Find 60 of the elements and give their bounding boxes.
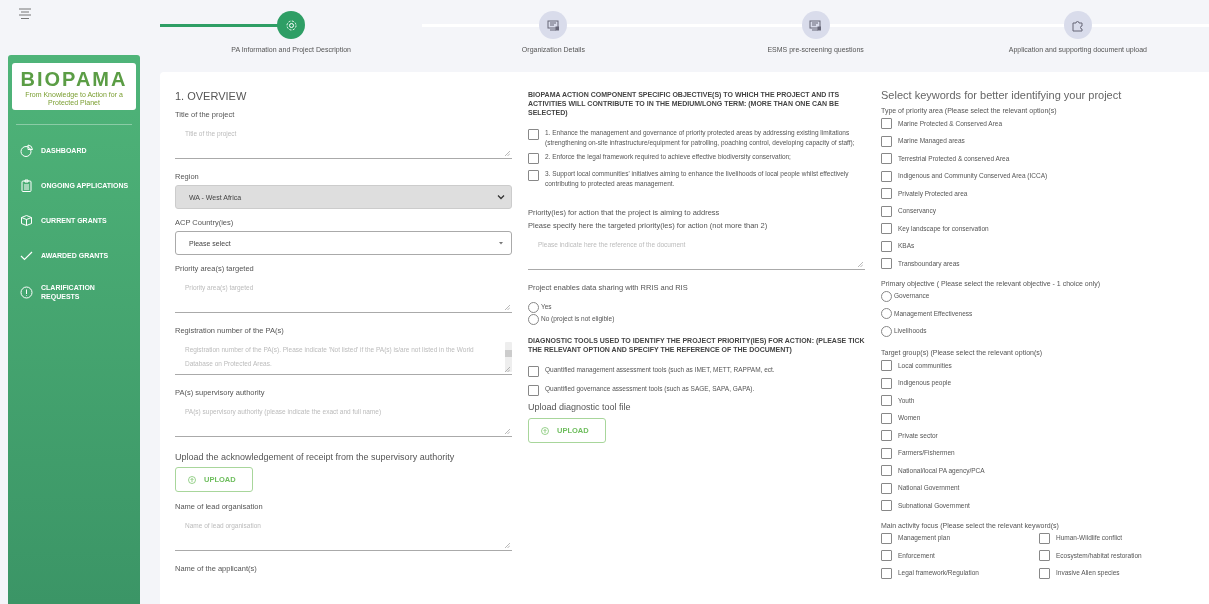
checkbox[interactable] [881, 223, 892, 234]
resize-handle-icon [505, 151, 510, 156]
resize-handle-icon [505, 429, 510, 434]
checkbox[interactable] [881, 567, 892, 579]
menu-icon [18, 8, 32, 20]
checkbox[interactable] [881, 240, 892, 252]
radio-button[interactable] [528, 301, 539, 313]
checkbox[interactable] [528, 129, 539, 141]
radio-button[interactable] [881, 308, 892, 319]
resize-handle-icon [858, 261, 863, 267]
checkbox[interactable] [881, 360, 892, 371]
checkbox[interactable] [1039, 567, 1050, 579]
resize-handle-icon [505, 305, 510, 310]
checkmark-icon [20, 249, 33, 263]
checkbox[interactable] [881, 412, 892, 424]
pie-chart-icon [20, 144, 33, 158]
checkbox[interactable] [881, 377, 892, 389]
caret-icon [497, 240, 505, 246]
gear-icon [284, 18, 298, 32]
info-icon [20, 286, 33, 300]
chevron-down-icon [497, 194, 505, 200]
resize-handle-icon [505, 543, 510, 548]
checkbox[interactable] [881, 153, 892, 164]
monitor-icon [809, 18, 823, 32]
box-icon [20, 214, 33, 228]
clipboard-icon [20, 179, 33, 193]
puzzle-icon [1071, 18, 1085, 32]
monitor-icon [546, 18, 560, 32]
resize-handle-icon [505, 367, 510, 372]
radio-button[interactable] [881, 290, 892, 302]
upload-label: Upload the acknowledgement of receipt from the supervisory authority [175, 452, 456, 462]
section-title: 1. OVERVIEW [175, 90, 248, 102]
checkbox[interactable] [881, 500, 892, 511]
checkbox[interactable] [881, 170, 892, 182]
checkbox[interactable] [528, 153, 539, 165]
upload-label: Upload diagnostic tool file [528, 402, 632, 413]
checkbox[interactable] [881, 188, 892, 199]
checkbox[interactable] [528, 366, 539, 378]
checkbox[interactable] [881, 550, 892, 561]
checkbox[interactable] [1039, 532, 1050, 544]
checkbox[interactable] [881, 447, 892, 459]
checkbox[interactable] [881, 395, 892, 406]
checkbox[interactable] [881, 258, 892, 269]
scrollbar[interactable] [505, 342, 512, 372]
checkbox[interactable] [528, 170, 539, 182]
checkbox[interactable] [881, 465, 892, 476]
checkbox[interactable] [1039, 550, 1050, 561]
checkbox[interactable] [881, 482, 892, 494]
section-title: Select keywords for better identifying your project [881, 89, 1123, 101]
checkbox[interactable] [881, 430, 892, 441]
checkbox[interactable] [881, 118, 892, 129]
radio-button[interactable] [881, 325, 892, 337]
checkbox[interactable] [881, 205, 892, 217]
radio-button[interactable] [528, 313, 539, 325]
checkbox[interactable] [881, 532, 892, 544]
checkbox[interactable] [881, 135, 892, 147]
logo-title: BIOPAMA [20, 69, 128, 89]
cloud-upload-icon [188, 475, 196, 484]
checkbox[interactable] [528, 385, 539, 397]
cloud-upload-icon [541, 426, 549, 435]
